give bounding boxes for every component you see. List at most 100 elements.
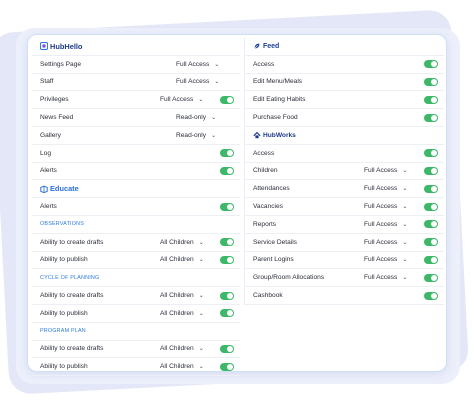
permission-label: Group/Room Allocations bbox=[253, 274, 325, 282]
access-dropdown[interactable]: All Children ⌄ bbox=[160, 256, 218, 263]
hubworks-brand: HubWorks bbox=[253, 131, 296, 139]
permission-label: Reports bbox=[253, 220, 277, 228]
permission-row: News Feed Read-only ⌄ bbox=[32, 109, 240, 127]
toggle-switch[interactable] bbox=[220, 362, 234, 371]
toggle-switch[interactable] bbox=[220, 149, 234, 158]
permission-row: Privileges Full Access ⌄ bbox=[32, 91, 240, 110]
access-dropdown[interactable]: Full Access ⌄ bbox=[364, 185, 422, 192]
permission-row: Gallery Read-only ⌄ bbox=[32, 127, 240, 145]
permission-label: Access bbox=[253, 60, 275, 68]
access-dropdown[interactable]: Full Access ⌄ bbox=[176, 61, 234, 68]
left-column: HubHello Settings Page Full Access ⌄ Staff F… bbox=[32, 38, 240, 377]
chevron-down-icon: ⌄ bbox=[402, 257, 408, 264]
hubhello-logo-text: HubHello bbox=[50, 41, 83, 51]
feed-logo-text: Feed bbox=[263, 42, 280, 50]
permission-label: Ability to create drafts bbox=[40, 292, 104, 300]
toggle-switch[interactable] bbox=[424, 202, 438, 211]
access-dropdown[interactable]: All Children ⌄ bbox=[160, 345, 218, 352]
permission-row: Cashbook bbox=[245, 287, 444, 305]
toggle-switch[interactable] bbox=[424, 113, 438, 122]
permissions-panel: HubHello Settings Page Full Access ⌄ Staff F… bbox=[27, 34, 447, 377]
toggle-switch[interactable] bbox=[424, 95, 438, 104]
chevron-down-icon: ⌄ bbox=[198, 257, 204, 264]
toggle-switch[interactable] bbox=[424, 149, 438, 158]
toggle-switch[interactable] bbox=[220, 344, 234, 353]
chevron-down-icon: ⌄ bbox=[402, 168, 408, 175]
permission-row: Ability to create drafts All Children ⌄ bbox=[32, 287, 240, 305]
access-dropdown[interactable]: Read-only ⌄ bbox=[176, 132, 234, 139]
toggle-switch[interactable] bbox=[424, 238, 438, 247]
toggle-switch[interactable] bbox=[220, 291, 234, 300]
chevron-down-icon: ⌄ bbox=[198, 97, 204, 104]
educate-group-heading: CYCLE OF PLANNING bbox=[32, 269, 240, 288]
educate-logo-text: Educate bbox=[50, 184, 79, 194]
permission-row: Reports Full Access ⌄ bbox=[245, 216, 444, 234]
permission-label: Edit Menu/Meals bbox=[253, 78, 303, 86]
access-dropdown[interactable]: Read-only ⌄ bbox=[176, 114, 234, 121]
access-dropdown[interactable]: Full Access ⌄ bbox=[364, 167, 422, 174]
access-dropdown[interactable]: All Children ⌄ bbox=[160, 310, 218, 317]
chevron-down-icon: ⌄ bbox=[211, 115, 217, 122]
toggle-switch[interactable] bbox=[424, 273, 438, 282]
permission-label: Parent Logins bbox=[253, 256, 294, 264]
permission-row: Settings Page Full Access ⌄ bbox=[32, 56, 240, 74]
access-dropdown[interactable]: Full Access ⌄ bbox=[364, 203, 422, 210]
toggle-switch[interactable] bbox=[424, 77, 438, 86]
permission-row: Ability to publish All Children ⌄ bbox=[32, 358, 240, 377]
access-dropdown[interactable]: Full Access ⌄ bbox=[160, 96, 218, 103]
toggle-switch[interactable] bbox=[220, 202, 234, 211]
permission-row-educate-alerts: Alerts bbox=[32, 198, 240, 216]
access-dropdown-value: Read-only bbox=[176, 131, 207, 139]
chevron-down-icon: ⌄ bbox=[214, 79, 220, 86]
permission-label: Service Details bbox=[253, 238, 297, 246]
permission-row: Ability to create drafts All Children ⌄ bbox=[32, 341, 240, 359]
toggle-switch[interactable] bbox=[424, 255, 438, 264]
access-dropdown[interactable]: All Children ⌄ bbox=[160, 363, 218, 370]
hubworks-section-header: HubWorks bbox=[245, 127, 444, 145]
access-dropdown[interactable]: Full Access ⌄ bbox=[364, 221, 422, 228]
permission-row: Attendances Full Access ⌄ bbox=[245, 180, 444, 199]
toggle-switch[interactable] bbox=[220, 309, 234, 318]
access-dropdown[interactable]: Full Access ⌄ bbox=[176, 78, 234, 85]
permission-row: Log bbox=[32, 145, 240, 163]
permission-row: Ability to create drafts All Children ⌄ bbox=[32, 234, 240, 252]
chevron-down-icon: ⌄ bbox=[211, 132, 217, 139]
permission-label: Children bbox=[253, 167, 278, 175]
access-dropdown-value: All Children bbox=[160, 238, 194, 246]
access-dropdown-value: Full Access bbox=[160, 96, 194, 104]
chevron-down-icon: ⌄ bbox=[198, 239, 204, 246]
access-dropdown[interactable]: Full Access ⌄ bbox=[364, 256, 422, 263]
access-dropdown-value: All Children bbox=[160, 256, 194, 264]
access-dropdown[interactable]: All Children ⌄ bbox=[160, 239, 218, 246]
right-column: Feed Access Edit Menu/Meals Edit Eating Ha… bbox=[244, 38, 444, 305]
chevron-down-icon: ⌄ bbox=[198, 293, 204, 300]
toggle-switch[interactable] bbox=[424, 60, 438, 69]
educate-section-header: Educate bbox=[32, 180, 240, 199]
toggle-switch[interactable] bbox=[424, 220, 438, 229]
permission-row: Vacancies Full Access ⌄ bbox=[245, 198, 444, 216]
permission-row: Ability to publish All Children ⌄ bbox=[32, 252, 240, 270]
feed-section-header: Feed bbox=[245, 38, 444, 56]
toggle-switch[interactable] bbox=[424, 291, 438, 300]
permission-label: Privileges bbox=[40, 96, 69, 104]
toggle-switch[interactable] bbox=[424, 184, 438, 193]
permission-row: Purchase Food bbox=[245, 109, 444, 127]
toggle-switch[interactable] bbox=[220, 95, 234, 104]
hubhello-brand: HubHello bbox=[40, 42, 82, 51]
toggle-switch[interactable] bbox=[220, 238, 234, 247]
chevron-down-icon: ⌄ bbox=[402, 204, 408, 211]
chevron-down-icon: ⌄ bbox=[198, 364, 204, 371]
toggle-switch[interactable] bbox=[220, 255, 234, 264]
toggle-switch[interactable] bbox=[424, 166, 438, 175]
access-dropdown[interactable]: Full Access ⌄ bbox=[364, 274, 422, 281]
access-dropdown[interactable]: All Children ⌄ bbox=[160, 292, 218, 299]
access-dropdown-value: Full Access bbox=[364, 167, 398, 175]
permission-row: Group/Room Allocations Full Access ⌄ bbox=[245, 269, 444, 288]
chevron-down-icon: ⌄ bbox=[402, 239, 408, 246]
permission-label: Log bbox=[40, 149, 52, 157]
permission-label: Ability to publish bbox=[40, 363, 88, 371]
permission-row: Access bbox=[245, 145, 444, 163]
access-dropdown[interactable]: Full Access ⌄ bbox=[364, 239, 422, 246]
toggle-switch[interactable] bbox=[220, 166, 234, 175]
permission-row: Edit Menu/Meals bbox=[245, 74, 444, 92]
